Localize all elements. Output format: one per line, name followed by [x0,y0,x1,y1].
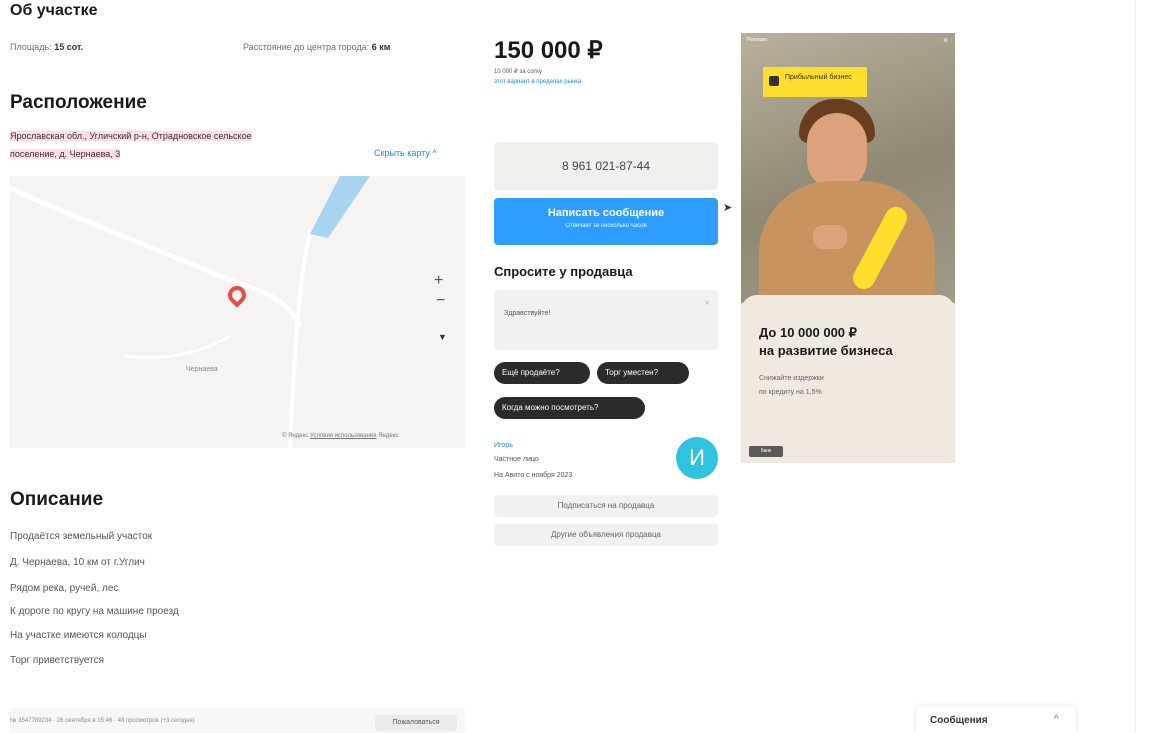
messages-label: Сообщения [930,715,988,726]
write-message-sub: Отвечает за несколько часов [565,223,647,229]
description-line: К дороге по кругу на машине проезд [10,606,179,617]
area-row: Площадь: 15 сот. [10,42,83,52]
footer-bar: № 3547789234 · 26 сентября в 15:46 · 48 … [10,708,465,733]
seller-name-link[interactable]: Игорь [494,442,513,449]
ad-headline-1: До 10 000 000 ₽ [759,325,857,340]
map-attribution: © Яндекс Условия использования Яндекс [282,433,398,439]
description-line: Д. Чернаева, 10 км от г.Углич [10,557,145,568]
map-village-label: Чернаева [186,366,218,373]
location-heading: Расположение [10,92,147,113]
ask-input[interactable]: Здравствуйте! × [494,290,718,350]
ad-person-head [807,113,867,189]
subscribe-seller-button[interactable]: Подписаться на продавца [494,495,718,517]
map-terms-link[interactable]: Условия использования [310,433,377,439]
price-per-unit: 10 000 ₽ за сотку [494,69,542,75]
ad-meta: № 3547789234 · 26 сентября в 15:46 · 48 … [10,718,195,724]
description-heading: Описание [10,489,104,510]
distance-row: Расстояние до центра города: 6 км [243,42,390,52]
map-brand: Яндекс [378,433,399,439]
hide-map-link[interactable]: Скрыть карту ^ [374,148,437,158]
mouse-cursor-icon: ➤ [723,202,733,214]
ad-chip: Прибыльный бизнес [763,67,867,97]
ad-headline-2: на развитие бизнеса [759,343,893,358]
ask-heading: Спросите у продавца [494,264,633,279]
map-roads [10,176,370,448]
zoom-out-button[interactable]: − [436,292,445,310]
zoom-in-button[interactable]: + [434,272,443,290]
description-line: Торг приветствуется [10,655,105,666]
question-chip[interactable]: Ещё продаёте? [494,362,590,384]
write-message-button[interactable]: Написать сообщение Отвечает за несколько… [494,198,718,245]
ad-sub-2: по кредиту на 1,5% [759,389,822,396]
plot-heading: Об участке [10,2,98,19]
seller-type: Частное лицо [494,456,539,463]
ad-chip-text: Прибыльный бизнес [785,74,852,81]
ad-logo: банк [749,446,783,457]
ad-banner[interactable]: Реклама × Прибыльный бизнес До 10 000 00… [741,33,955,463]
ad-badge: Реклама [747,37,768,43]
ad-chip-icon [769,76,779,86]
distance-value: 6 км [371,42,391,52]
area-value: 15 сот. [54,42,84,52]
water-area [310,176,370,238]
seller-avatar[interactable]: И [676,437,718,479]
question-chip[interactable]: Торг уместен? [597,362,689,384]
price: 150 000 ₽ [494,37,603,64]
messages-widget[interactable]: Сообщения ^ [916,706,1076,733]
seller-since: На Авито с ноября 2023 [494,472,573,479]
distance-label: Расстояние до центра города: [243,42,370,52]
ad-person-hand [813,225,847,249]
description-line: Рядом река, ручей, лес [10,583,119,594]
ask-input-value: Здравствуйте! [504,310,551,317]
clear-input-icon[interactable]: × [704,298,710,309]
description-line: Продаётся земельный участок [10,531,153,542]
other-ads-button[interactable]: Другие объявления продавца [494,524,718,546]
locate-button[interactable]: ▼ [438,332,447,342]
report-button[interactable]: Пожаловаться [375,715,457,731]
map[interactable]: Чернаева + − ▼ © Яндекс Условия использо… [10,176,465,448]
write-message-label: Написать сообщение [547,207,665,219]
ad-close-icon[interactable]: × [943,35,948,45]
address-line-2: поселение, д. Чернаева, 3 [10,149,121,159]
address-line-1: Ярославская обл., Угличский р-н, Отрадно… [10,131,252,141]
description-line: На участке имеются колодцы [10,630,147,641]
area-label: Площадь: [10,42,52,52]
ad-person-body [759,181,935,305]
market-price-link[interactable]: этот вариант в пределах рынка [494,79,581,85]
map-copyright: © Яндекс [282,433,309,439]
page-right-divider [1135,0,1136,733]
address: Ярославская обл., Угличский р-н, Отрадно… [10,127,252,163]
chevron-up-icon[interactable]: ^ [1054,714,1059,725]
show-phone-button[interactable]: 8 961 021-87-44 [494,142,718,190]
question-chip[interactable]: Когда можно посмотреть? [494,397,645,419]
ad-sub-1: Снижайте издержки [759,375,824,382]
